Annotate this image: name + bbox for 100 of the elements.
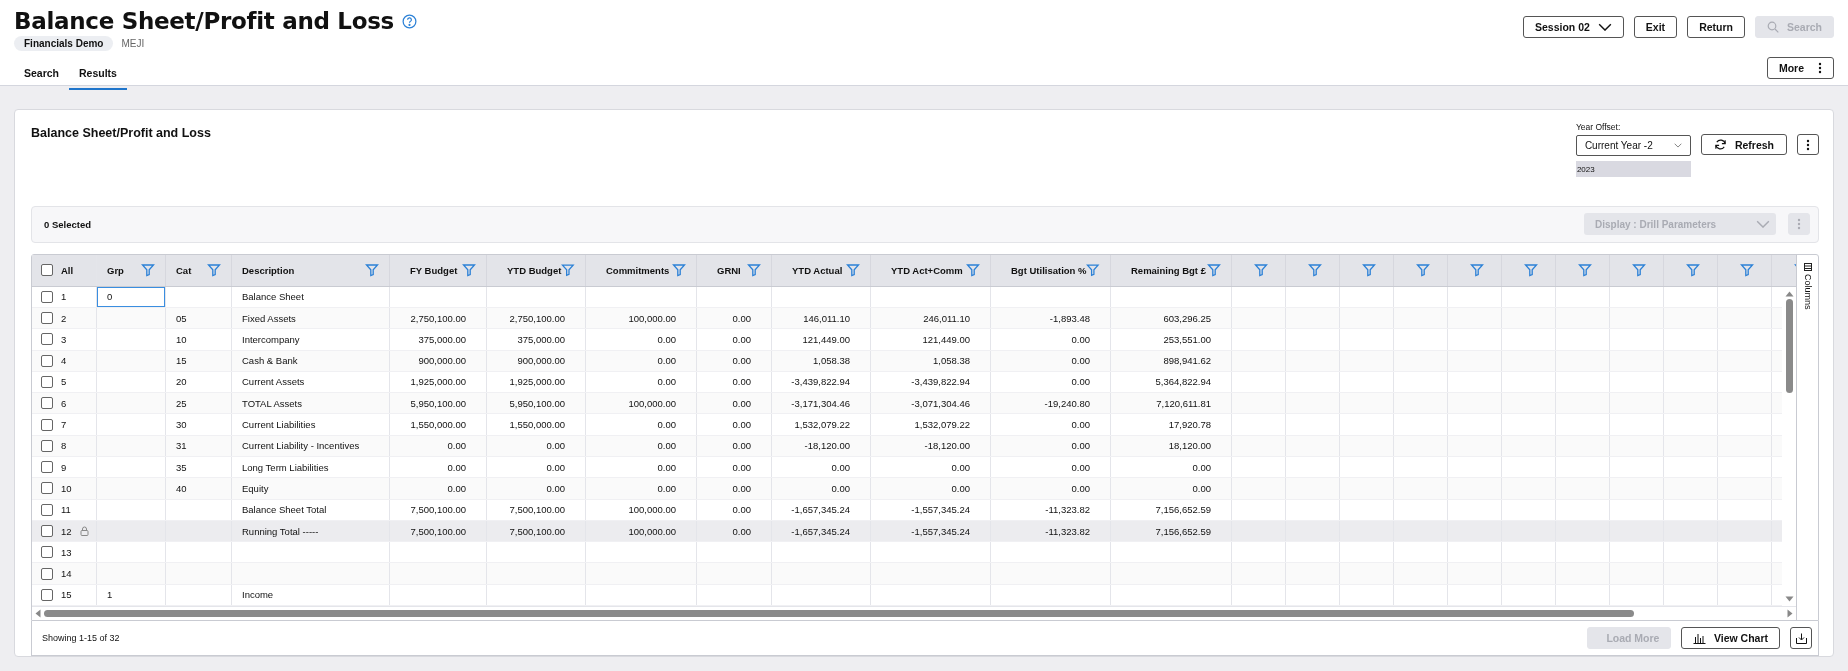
more-icon	[1797, 218, 1801, 231]
row-checkbox[interactable]	[41, 375, 53, 388]
row-checkbox[interactable]	[41, 418, 53, 431]
table-cell: Cash & Bank	[242, 355, 298, 367]
filter-icon[interactable]	[672, 263, 686, 278]
filter-icon[interactable]	[1470, 263, 1484, 278]
year-offset-select[interactable]: Current Year -2	[1575, 135, 1691, 156]
filter-icon[interactable]	[1686, 263, 1700, 278]
field-label: Year Offset:	[1575, 122, 1622, 132]
table-cell: 0.00	[657, 376, 676, 388]
row-checkbox[interactable]	[41, 439, 53, 452]
table-cell: 18,120.00	[1168, 440, 1211, 452]
table-cell: -1,557,345.24	[911, 525, 970, 537]
column-header[interactable]: Grp	[107, 264, 124, 276]
table-cell: 0.00	[1071, 482, 1090, 494]
filter-icon[interactable]	[1740, 263, 1754, 278]
table-cell: -1,657,345.24	[791, 525, 850, 537]
columns-side-tab[interactable]: Columns	[1796, 254, 1818, 621]
row-checkbox[interactable]	[41, 567, 53, 580]
filter-icon[interactable]	[747, 263, 761, 278]
columns-icon	[1803, 262, 1812, 271]
column-header[interactable]: Remaining Bgt £	[1121, 264, 1206, 276]
filter-icon[interactable]	[365, 263, 379, 278]
filter-icon[interactable]	[846, 263, 860, 278]
table-cell: 17,920.78	[1168, 419, 1211, 431]
table-cell: 0.00	[951, 461, 970, 473]
scroll-right-icon[interactable]	[1787, 609, 1793, 619]
column-header[interactable]: Description	[242, 264, 295, 276]
chevron-down-icon	[1673, 143, 1682, 148]
filter-icon[interactable]	[1308, 263, 1322, 278]
row-checkbox[interactable]	[41, 397, 53, 410]
filter-icon[interactable]	[1632, 263, 1646, 278]
return-button[interactable]: Return	[1687, 16, 1745, 38]
view-chart-button[interactable]: View Chart	[1680, 627, 1780, 650]
column-header[interactable]: Cat	[176, 264, 192, 276]
exit-button[interactable]: Exit	[1633, 16, 1678, 38]
table-cell: 0.00	[732, 312, 751, 324]
row-checkbox[interactable]	[41, 461, 53, 474]
row-checkbox[interactable]	[41, 290, 53, 303]
more-icon	[1818, 62, 1822, 74]
table-cell: 100,000.00	[628, 397, 676, 409]
filter-icon[interactable]	[1254, 263, 1268, 278]
year-value: 2023	[1575, 161, 1691, 177]
filter-icon[interactable]	[561, 263, 575, 278]
column-header[interactable]: YTD Actual	[782, 264, 843, 276]
column-header[interactable]: Bgt Utilisation %	[1001, 264, 1087, 276]
filter-icon[interactable]	[1086, 263, 1100, 278]
filter-icon[interactable]	[462, 263, 476, 278]
row-number: 6	[61, 397, 67, 409]
row-checkbox[interactable]	[41, 525, 53, 538]
horizontal-scrollbar[interactable]	[44, 610, 1634, 618]
filter-icon[interactable]	[966, 263, 980, 278]
table-cell: 2,750,100.00	[410, 312, 466, 324]
table-cell: 100,000.00	[628, 504, 676, 516]
scroll-left-icon[interactable]	[35, 609, 41, 619]
help-icon[interactable]	[402, 13, 417, 29]
column-header[interactable]: YTD Budget	[497, 264, 562, 276]
filter-icon[interactable]	[207, 263, 221, 278]
tab[interactable]: Search	[14, 57, 70, 90]
column-header[interactable]: FY Budget	[400, 264, 458, 276]
refresh-button[interactable]: Refresh	[1700, 134, 1787, 155]
row-number: 14	[61, 568, 72, 580]
company-chip: Financials Demo	[14, 36, 114, 51]
column-header[interactable]: Commitments	[596, 264, 670, 276]
options-button[interactable]	[1797, 134, 1819, 155]
filter-icon[interactable]	[1578, 263, 1592, 278]
row-checkbox[interactable]	[41, 546, 53, 559]
row-checkbox[interactable]	[41, 482, 53, 495]
scroll-down-icon[interactable]	[1784, 596, 1794, 603]
table-cell: 1,532,079.22	[794, 419, 850, 431]
row-checkbox[interactable]	[41, 588, 53, 601]
vertical-scrollbar[interactable]	[1785, 298, 1793, 393]
table-cell: 900,000.00	[517, 355, 565, 367]
more-button[interactable]: More	[1766, 57, 1834, 79]
table-cell: -18,120.00	[804, 440, 850, 452]
table-cell: 898,941.62	[1163, 355, 1211, 367]
row-checkbox[interactable]	[41, 503, 53, 516]
table-cell: 375,000.00	[517, 333, 565, 345]
row-checkbox[interactable]	[41, 312, 53, 325]
filter-icon[interactable]	[141, 263, 155, 278]
session-dropdown[interactable]: Session 02	[1523, 16, 1624, 38]
download-button[interactable]	[1790, 627, 1812, 650]
row-checkbox[interactable]	[41, 354, 53, 367]
table-cell: Current Liabilities	[242, 419, 316, 431]
table-cell: 05	[176, 312, 187, 324]
table-cell: 0.00	[1071, 333, 1090, 345]
filter-icon[interactable]	[1362, 263, 1376, 278]
table-cell: 1,532,079.22	[914, 419, 970, 431]
column-header[interactable]: YTD Act+Comm	[881, 264, 963, 276]
table-cell: 15	[176, 355, 187, 367]
row-number: 3	[61, 333, 67, 345]
row-checkbox[interactable]	[41, 333, 53, 346]
select-all-checkbox[interactable]	[41, 264, 53, 277]
filter-icon[interactable]	[1416, 263, 1430, 278]
column-header[interactable]: GRNI	[707, 264, 741, 276]
selected-count: 0 Selected	[44, 218, 91, 230]
table-cell: -3,439,822.94	[911, 376, 970, 388]
filter-icon[interactable]	[1207, 263, 1221, 278]
filter-icon[interactable]	[1524, 263, 1538, 278]
table-cell: 7,500,100.00	[509, 504, 565, 516]
